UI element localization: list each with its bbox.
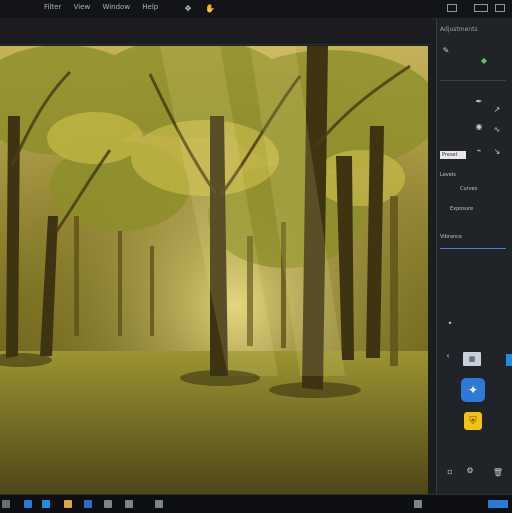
section-label-vibrance: Vibrance <box>440 234 462 240</box>
layer-icon[interactable]: ◆ <box>478 54 490 66</box>
taskbar-app-1-icon[interactable] <box>104 500 112 508</box>
eyedropper-icon[interactable]: ✒ <box>474 96 484 106</box>
maximize-button[interactable] <box>474 4 488 12</box>
image-thumbnail-icon[interactable]: ▦ <box>463 352 481 366</box>
title-bar: Filter View Window Help ✥ ✋ <box>0 0 512 19</box>
taskbar-app-3-icon[interactable] <box>155 500 163 508</box>
start-icon[interactable] <box>2 500 10 508</box>
trash-icon[interactable]: 🗑 <box>492 466 504 478</box>
shield-icon[interactable]: ⛨ <box>464 412 482 430</box>
explorer-icon[interactable] <box>64 500 72 508</box>
preset-field[interactable]: Preset <box>440 151 466 159</box>
minimize-button[interactable] <box>447 4 457 12</box>
task-view-icon[interactable] <box>42 500 50 508</box>
photoshop-icon[interactable] <box>84 500 92 508</box>
small-dot-icon: • <box>447 318 453 328</box>
hand-tool-icon[interactable]: ✋ <box>204 2 216 14</box>
app-icon-blue[interactable]: ✦ <box>461 378 485 402</box>
menu-item-filter[interactable]: Filter <box>44 3 61 11</box>
section-label-curves: Curves <box>460 186 478 192</box>
tray-app-icon[interactable] <box>414 500 422 508</box>
image-canvas[interactable] <box>0 46 428 494</box>
search-icon[interactable] <box>24 500 32 508</box>
eye-icon[interactable]: ◉ <box>474 121 484 131</box>
menu-item-window[interactable]: Window <box>102 3 130 11</box>
blue-tab-icon[interactable] <box>506 354 512 366</box>
panel-divider-1 <box>440 80 506 81</box>
section-label-levels: Levels <box>440 172 456 178</box>
arrow-up-icon[interactable]: ↗ <box>492 104 502 114</box>
link-icon[interactable]: ⌁ <box>474 145 484 155</box>
menu-item-help[interactable]: Help <box>142 3 158 11</box>
small-square-icon: ▫ <box>447 466 453 476</box>
arrow-down-icon[interactable]: ↘ <box>492 146 502 156</box>
move-tool-icon[interactable]: ✥ <box>182 2 194 14</box>
forest-image <box>0 46 428 494</box>
notification-icon[interactable] <box>488 500 508 508</box>
menu-item-view[interactable]: View <box>74 3 91 11</box>
curve-icon[interactable]: ∿ <box>492 124 502 134</box>
brush-icon[interactable]: ✎ <box>440 44 452 56</box>
taskbar-app-2-icon[interactable] <box>125 500 133 508</box>
close-button[interactable] <box>495 4 505 12</box>
settings-icon[interactable]: ⚙ <box>464 464 476 476</box>
chevron-left-icon[interactable]: ‹ <box>444 350 452 360</box>
slider-track[interactable] <box>440 248 506 249</box>
options-bar <box>0 18 432 45</box>
menu-bar: Filter View Window Help <box>44 3 168 11</box>
taskbar <box>0 494 512 513</box>
section-label-exposure: Exposure <box>450 206 474 212</box>
panel-header: Adjustments <box>440 26 478 33</box>
